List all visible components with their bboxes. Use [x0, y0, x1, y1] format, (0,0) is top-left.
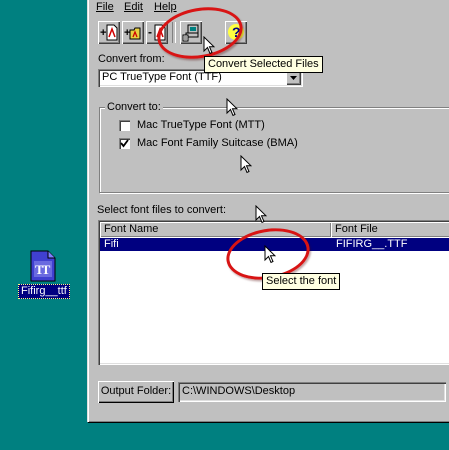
menu-edit[interactable]: Edit — [124, 1, 143, 13]
font-file-icon: TT — [30, 250, 56, 282]
checkmark-icon — [120, 139, 129, 148]
menu-help-label: Help — [154, 1, 177, 13]
cursor-arrow-icon — [203, 36, 215, 55]
output-folder-field[interactable]: C:\WINDOWS\Desktop — [178, 382, 446, 402]
column-header-font-file[interactable]: Font File — [331, 222, 449, 237]
menu-file-label: File — [96, 1, 114, 13]
output-folder-button[interactable]: Output Folder: — [98, 381, 174, 403]
add-document-icon: + — [100, 24, 118, 41]
cursor-arrow-icon — [264, 245, 276, 264]
svg-text:+: + — [100, 27, 106, 39]
desktop-icon-label: Fifirg__ttf — [18, 284, 70, 299]
output-folder-path: C:\WINDOWS\Desktop — [182, 385, 296, 397]
font-file-icon-glyph: TT — [35, 262, 50, 277]
cursor-arrow-icon — [240, 155, 252, 174]
menu-edit-label: Edit — [124, 1, 143, 13]
svg-text:+: + — [124, 27, 130, 39]
desktop-file-icon[interactable]: TT Fifirg__ttf — [18, 246, 70, 302]
convert-from-label: Convert from: — [98, 53, 165, 65]
cursor-arrow-icon — [226, 98, 238, 117]
convert-from-dropdown-button[interactable] — [286, 71, 301, 85]
convert-to-label: Convert to: — [105, 101, 163, 113]
add-folder-button[interactable]: + — [122, 21, 144, 44]
add-folder-icon: + — [124, 27, 141, 40]
mac-truetype-label: Mac TrueType Font (MTT) — [137, 119, 265, 131]
mac-suitcase-label: Mac Font Family Suitcase (BMA) — [137, 137, 298, 149]
convert-tooltip: Convert Selected Files — [204, 56, 323, 73]
mac-suitcase-checkbox[interactable] — [119, 138, 130, 149]
svg-text:-: - — [148, 25, 152, 39]
select-font-callout: Select the font — [262, 273, 341, 290]
menu-help[interactable]: Help — [154, 1, 177, 13]
cursor-arrow-icon — [255, 205, 267, 224]
chevron-down-icon — [290, 76, 297, 80]
menu-file[interactable]: File — [96, 1, 114, 13]
row-font-file: FIFIRG__.TTF — [336, 238, 408, 250]
row-font-name: Fifi — [104, 238, 119, 250]
file-list-label: Select font files to convert: — [97, 204, 227, 216]
add-files-button[interactable]: + — [98, 21, 120, 44]
mac-truetype-checkbox[interactable] — [119, 120, 130, 131]
